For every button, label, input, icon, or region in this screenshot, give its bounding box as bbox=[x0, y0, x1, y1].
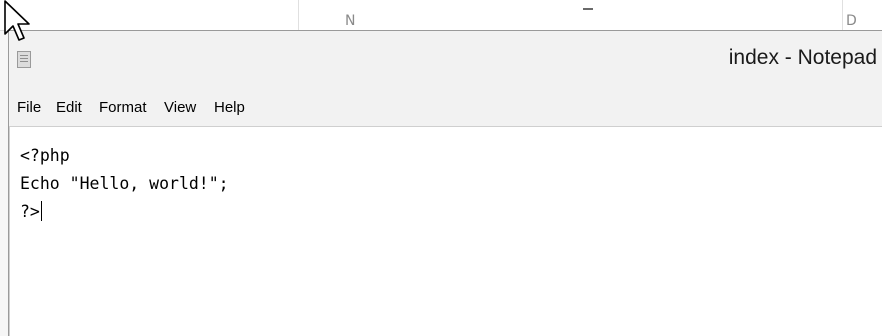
code-line: <?php bbox=[20, 146, 70, 165]
title-bar[interactable]: index - Notepad bbox=[9, 31, 882, 90]
background-column-header-fragment: D bbox=[846, 13, 857, 29]
notepad-window: index - Notepad File Edit Format View He… bbox=[8, 30, 882, 336]
desktop-screen: N D index - Notepad File Edit Format Vie… bbox=[0, 0, 882, 336]
menu-help[interactable]: Help bbox=[214, 98, 245, 118]
code-line-text: ?> bbox=[20, 202, 40, 221]
background-column-mark bbox=[583, 8, 593, 10]
background-column-header-fragment: N bbox=[345, 13, 356, 29]
notepad-icon[interactable] bbox=[17, 51, 31, 68]
code-line: Echo "Hello, world!"; bbox=[20, 174, 229, 193]
code-line: ?> bbox=[20, 198, 882, 226]
text-editor-area[interactable]: <?php Echo "Hello, world!"; ?> bbox=[9, 126, 882, 336]
menu-format[interactable]: Format bbox=[99, 98, 147, 118]
window-title: index - Notepad bbox=[728, 46, 877, 69]
column-divider bbox=[298, 0, 299, 30]
text-caret bbox=[40, 201, 42, 221]
menu-file[interactable]: File bbox=[17, 98, 41, 118]
menu-view[interactable]: View bbox=[164, 98, 196, 118]
arrow-pointer-icon bbox=[4, 0, 30, 41]
menu-bar: File Edit Format View Help bbox=[9, 90, 882, 126]
background-window: N D bbox=[0, 0, 882, 31]
menu-edit[interactable]: Edit bbox=[56, 98, 82, 118]
column-divider bbox=[842, 0, 843, 30]
